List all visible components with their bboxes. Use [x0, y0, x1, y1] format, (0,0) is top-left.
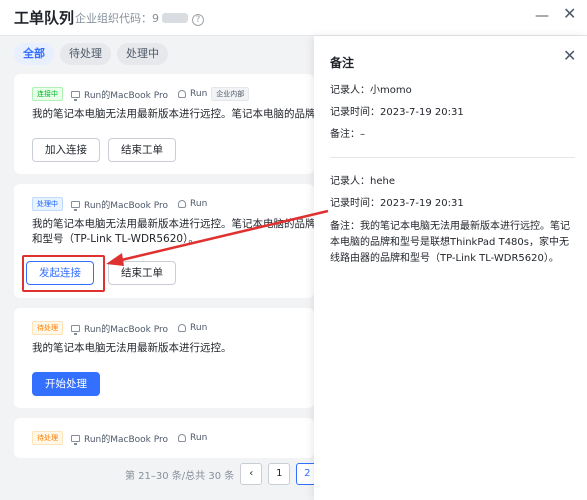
end-ticket-button[interactable]: 结束工单: [108, 138, 176, 162]
ticket-meta: 处理中 Run的MacBook Pro Run: [32, 197, 207, 211]
user-name: Run: [190, 433, 208, 443]
ticket-description: 我的笔记本电脑无法用最新版本进行远控。: [32, 342, 232, 354]
page-1-button[interactable]: 1: [268, 463, 291, 485]
user-icon: [178, 90, 187, 98]
device-name: Run的MacBook Pro: [84, 90, 169, 101]
filter-all[interactable]: 全部: [14, 43, 54, 65]
note-content: 备注：–: [330, 129, 365, 140]
notes-panel-title: 备注: [330, 56, 355, 70]
ticket-meta: 连接中 Run的MacBook Pro Run 企业内部: [32, 87, 250, 101]
pagination-summary: 第 21–30 条/总共 30 条: [125, 470, 235, 482]
join-connection-button[interactable]: 加入连接: [32, 138, 100, 162]
user-icon: [178, 324, 187, 332]
status-badge: 待处理: [32, 321, 63, 335]
note-time: 记录时间：2023-7-19 20:31: [330, 198, 464, 209]
ticket-card[interactable]: 连接中 Run的MacBook Pro Run 企业内部 我的笔记本电脑无法用最…: [14, 74, 327, 174]
note-time: 记录时间：2023-7-19 20:31: [330, 107, 464, 118]
user-name: Run: [190, 199, 208, 209]
notes-divider: [330, 157, 575, 158]
computer-icon: [71, 90, 80, 101]
computer-icon: [71, 200, 80, 211]
work-order-window: 工单队列 企业组织代码：9? — ✕ 全部 待处理 处理中 连接中 Run的Ma…: [0, 0, 587, 500]
org-code-label: 企业组织代码：9?: [75, 10, 204, 26]
internal-tag: 企业内部: [211, 87, 250, 101]
org-code-masked: [162, 13, 188, 23]
ticket-meta: 待处理 Run的MacBook Pro Run: [32, 321, 207, 335]
filter-pending[interactable]: 待处理: [60, 43, 111, 65]
device-name: Run的MacBook Pro: [84, 324, 169, 335]
notes-panel: 备注 ✕ 记录人：小momo 记录时间：2023-7-19 20:31 备注：–…: [314, 36, 587, 500]
close-icon[interactable]: ✕: [563, 4, 576, 23]
end-ticket-button[interactable]: 结束工单: [108, 261, 176, 285]
org-label-text: 企业组织代码：: [75, 12, 152, 25]
minimize-icon[interactable]: —: [535, 8, 549, 24]
ticket-description: 我的笔记本电脑无法用最新版本进行远控。笔记本电脑的品牌和型号（TP-Link T…: [32, 218, 316, 245]
computer-icon: [71, 434, 80, 445]
status-badge: 待处理: [32, 431, 63, 445]
ticket-meta: 待处理 Run的MacBook Pro Run: [32, 431, 207, 445]
help-icon[interactable]: ?: [192, 14, 204, 26]
status-filter-tabs: 全部 待处理 处理中: [14, 43, 168, 65]
status-badge: 连接中: [32, 87, 63, 101]
device-name: Run的MacBook Pro: [84, 200, 169, 211]
user-icon: [178, 200, 187, 208]
pagination: 第 21–30 条/总共 30 条 ‹ 1 2: [125, 463, 319, 485]
ticket-card[interactable]: 待处理 Run的MacBook Pro Run 我的笔记本电脑无法用最新版本进行…: [14, 308, 314, 408]
ticket-description: 我的笔记本电脑无法用最新版本进行远控。笔记本电脑的品牌和型号: [32, 108, 327, 120]
user-name: Run: [190, 89, 208, 99]
prev-page-button[interactable]: ‹: [240, 463, 263, 485]
org-code-value: 9: [152, 12, 159, 25]
note-content: 备注：我的笔记本电脑无法用最新版本进行远控。笔记本电脑的品牌和型号是联想Thin…: [330, 221, 570, 264]
page-title: 工单队列: [14, 9, 75, 27]
device-name: Run的MacBook Pro: [84, 434, 169, 445]
ticket-card[interactable]: 待处理 Run的MacBook Pro Run: [14, 418, 314, 458]
user-name: Run: [190, 323, 208, 333]
note-recorder: 记录人：hehe: [330, 176, 395, 187]
window-header: 工单队列 企业组织代码：9? — ✕: [0, 0, 587, 36]
start-processing-button[interactable]: 开始处理: [32, 372, 100, 396]
close-icon[interactable]: ✕: [563, 46, 576, 65]
filter-processing[interactable]: 处理中: [117, 43, 168, 65]
computer-icon: [71, 324, 80, 335]
note-recorder: 记录人：小momo: [330, 85, 412, 96]
status-badge: 处理中: [32, 197, 63, 211]
annotation-highlight-box: [22, 255, 105, 292]
user-icon: [178, 434, 187, 442]
